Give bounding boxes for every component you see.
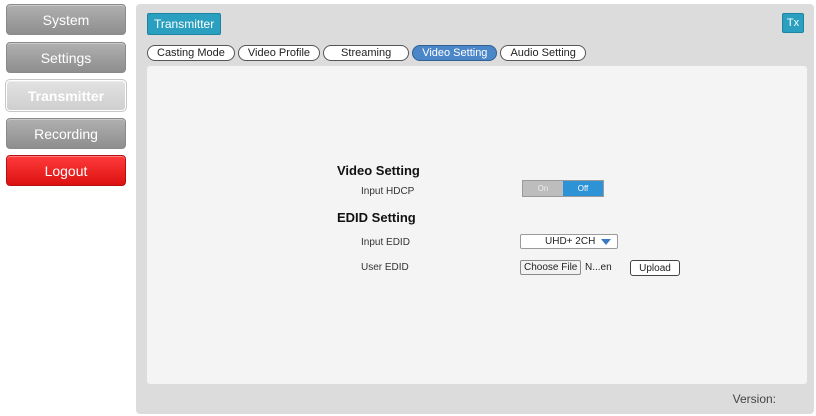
video-setting-title: Video Setting (337, 163, 420, 178)
input-edid-select[interactable]: UHD+ 2CH (520, 234, 618, 249)
input-hdcp-toggle[interactable]: On Off (522, 180, 604, 197)
input-edid-value: UHD+ 2CH (545, 236, 596, 247)
tab-bar: Casting Mode Video Profile Streaming Vid… (147, 45, 589, 61)
nav-settings-button[interactable]: Settings (6, 42, 126, 73)
app-root: System Settings Transmitter Recording Lo… (0, 0, 816, 416)
tab-video-profile[interactable]: Video Profile (237, 45, 321, 61)
page-title-button[interactable]: Transmitter (147, 13, 222, 35)
choose-file-button[interactable]: Choose File (520, 260, 582, 275)
tx-badge[interactable]: Tx (782, 13, 804, 33)
user-edid-label: User EDID (361, 262, 409, 273)
edid-setting-title: EDID Setting (337, 210, 416, 225)
settings-content: Video Setting Input HDCP On Off EDID Set… (147, 66, 807, 384)
toggle-off-option[interactable]: Off (563, 181, 603, 196)
tab-casting-mode[interactable]: Casting Mode (147, 45, 235, 61)
upload-button[interactable]: Upload (630, 260, 680, 276)
main-panel: Transmitter Tx Casting Mode Video Profil… (136, 4, 814, 414)
input-hdcp-label: Input HDCP (361, 186, 415, 197)
toggle-on-option[interactable]: On (523, 181, 563, 196)
nav-system-button[interactable]: System (6, 4, 126, 35)
selected-file-name: N...en (585, 262, 612, 273)
nav-transmitter-button[interactable]: Transmitter (5, 79, 127, 112)
version-label: Version: (732, 392, 776, 406)
tab-streaming[interactable]: Streaming (323, 45, 410, 61)
logout-button[interactable]: Logout (6, 155, 126, 186)
tab-video-setting[interactable]: Video Setting (412, 45, 498, 61)
tab-audio-setting[interactable]: Audio Setting (500, 45, 586, 61)
chevron-down-icon (601, 239, 611, 245)
nav-recording-button[interactable]: Recording (6, 118, 126, 149)
input-edid-label: Input EDID (361, 237, 410, 248)
